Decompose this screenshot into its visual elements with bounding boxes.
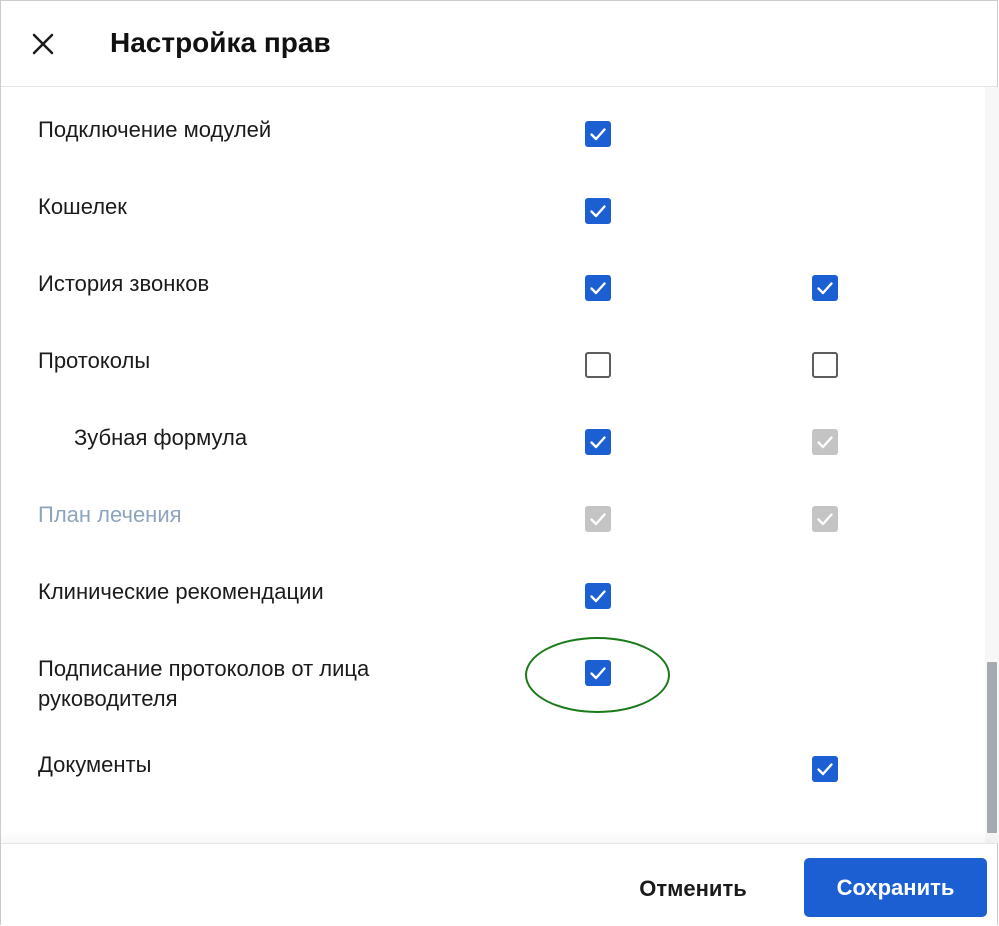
scrollbar-thumb[interactable] — [987, 662, 997, 833]
permission-checkbox-col1[interactable] — [585, 198, 611, 224]
permission-label: Кошелек — [38, 194, 127, 219]
permission-checkbox-col2 — [812, 506, 838, 532]
permission-checkbox-col1[interactable] — [585, 429, 611, 455]
permission-checkbox-col1[interactable] — [585, 121, 611, 147]
permission-label: Документы — [38, 752, 152, 777]
permission-label: Протоколы — [38, 348, 151, 373]
dialog-header: Настройка прав — [1, 1, 997, 87]
dialog-title: Настройка прав — [110, 27, 331, 58]
scrollbar[interactable] — [985, 87, 999, 843]
permission-checkbox-col2[interactable] — [812, 275, 838, 301]
permission-label: История звонков — [38, 271, 210, 296]
permission-label: Зубная формула — [74, 425, 248, 450]
permission-checkbox-col2[interactable] — [812, 352, 838, 378]
permission-checkbox-col1[interactable] — [585, 660, 611, 686]
close-icon[interactable] — [27, 28, 59, 60]
permission-label: План лечения — [38, 502, 182, 527]
permission-checkbox-col1[interactable] — [585, 583, 611, 609]
save-button[interactable]: Сохранить — [804, 858, 987, 917]
cancel-button[interactable]: Отменить — [613, 860, 773, 918]
permission-checkbox-col2[interactable] — [812, 756, 838, 782]
permission-label: Подключение модулей — [38, 117, 272, 142]
dialog-footer: Отменить Сохранить — [1, 843, 997, 926]
permission-label: Клинические рекомендации — [38, 579, 324, 604]
permissions-dialog: Настройка прав Подключение модулей Кошел… — [0, 0, 999, 926]
permission-checkbox-col1 — [585, 506, 611, 532]
permission-label: Подписание протоколов от лица руководите… — [38, 656, 370, 711]
permission-checkbox-col2 — [812, 429, 838, 455]
permissions-list: Подключение модулей Кошелек История звон… — [1, 87, 981, 843]
permission-checkbox-col1[interactable] — [585, 352, 611, 378]
permission-checkbox-col1[interactable] — [585, 275, 611, 301]
